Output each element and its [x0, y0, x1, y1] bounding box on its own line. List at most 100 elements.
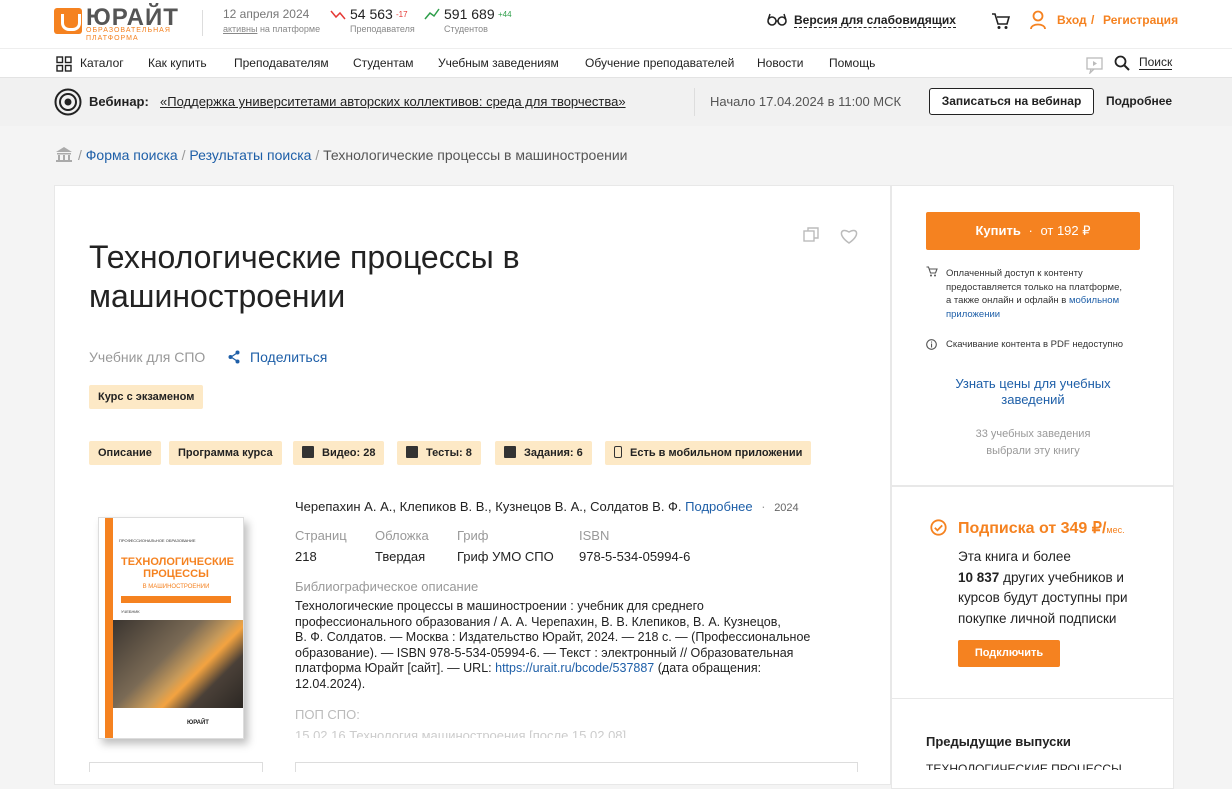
pages-label: Страниц — [295, 528, 347, 543]
urait-logo-icon[interactable] — [54, 8, 82, 34]
nav-how-to-buy[interactable]: Как купить — [148, 56, 207, 70]
nav-news[interactable]: Новости — [757, 56, 803, 70]
breadcrumb-current: Технологические процессы в машиностроени… — [323, 147, 628, 163]
breadcrumb-search-form[interactable]: Форма поиска — [86, 147, 178, 163]
cover-title: ТЕХНОЛОГИЧЕСКИЕ ПРОЦЕССЫ — [121, 556, 235, 580]
buy-button[interactable]: Купить · от 192 ₽ — [926, 212, 1140, 250]
tab-tasks[interactable]: Задания: 6 — [495, 441, 592, 465]
divider — [694, 88, 695, 116]
tab-tests-label: Тесты: 8 — [426, 447, 472, 459]
webinar-icon — [54, 88, 82, 116]
nav-teachers[interactable]: Преподавателям — [234, 56, 329, 70]
previous-edition-item[interactable]: ТЕХНОЛОГИЧЕСКИЕ ПРОЦЕССЫ — [926, 762, 1140, 770]
authors-more-link[interactable]: Подробнее — [685, 499, 752, 514]
nav-teacher-training[interactable]: Обучение преподавателей — [585, 56, 734, 70]
cover-publisher: ЮРАЙТ — [187, 720, 209, 726]
bib-line: Технологические процессы в машиностроени… — [295, 599, 704, 613]
teachers-count: 54 563 — [350, 6, 393, 22]
search-link[interactable]: Поиск — [1139, 55, 1173, 70]
students-delta: +44 — [498, 10, 512, 19]
register-link[interactable]: Регистрация — [1103, 13, 1178, 27]
tab-mobile-app[interactable]: Есть в мобильном приложении — [605, 441, 812, 465]
logo-subtitle: ОБРАЗОВАТЕЛЬНАЯ ПЛАТФОРМА — [86, 27, 171, 42]
copy-icon[interactable] — [803, 227, 819, 243]
webinar-title-link[interactable]: «Поддержка университетами авторских колл… — [160, 94, 626, 109]
access-note: Оплаченный доступ к контенту предоставля… — [946, 267, 1146, 322]
pop-value[interactable]: 15.02.16 Технология машиностроения [посл… — [295, 729, 855, 738]
grif-value: Гриф УМО СПО — [457, 549, 554, 564]
favorite-heart-icon[interactable] — [839, 227, 859, 245]
cart-icon[interactable] — [991, 12, 1011, 30]
bib-label: Библиографическое описание — [295, 579, 479, 594]
divider — [202, 10, 203, 36]
login-link[interactable]: Вход — [1057, 13, 1087, 27]
current-date: 12 апреля 2024 — [223, 7, 310, 21]
teachers-label: Преподавателя — [350, 24, 415, 34]
bib-description: Технологические процессы в машиностроени… — [295, 599, 855, 692]
share-icon[interactable] — [228, 350, 240, 364]
bib-line: профессионального образования / А. А. Че… — [295, 614, 781, 629]
nav-help[interactable]: Помощь — [829, 56, 875, 70]
webinar-signup-button[interactable]: Записаться на вебинар — [929, 88, 1094, 115]
book-title-line-2: машиностроении — [89, 278, 346, 314]
mobile-app-link[interactable]: мобильном — [1069, 295, 1119, 306]
institution-prices-link[interactable]: Узнать цены для учебных заведений — [926, 376, 1140, 408]
tab-video[interactable]: Видео: 28 — [293, 441, 385, 465]
active-users-text: на платформе — [259, 24, 321, 34]
tab-description[interactable]: Описание — [89, 441, 161, 465]
active-users-link[interactable]: активны — [223, 24, 257, 34]
book-type: Учебник для СПО — [89, 349, 206, 365]
tab-mobile-label: Есть в мобильном приложении — [630, 447, 803, 459]
exam-badge: Курс с экзаменом — [89, 385, 204, 409]
user-icon[interactable] — [1030, 10, 1046, 30]
webinar-more-link[interactable]: Подробнее — [1106, 94, 1172, 108]
buy-label: Купить — [975, 223, 1021, 238]
breadcrumb-search-results[interactable]: Результаты поиска — [189, 147, 311, 163]
cover-spine — [105, 518, 113, 738]
mobile-app-link-2[interactable]: приложении — [946, 308, 1146, 322]
book-year: 2024 — [774, 502, 799, 514]
bottom-box-right — [295, 762, 858, 772]
tab-tests[interactable]: Тесты: 8 — [397, 441, 481, 465]
access-note-line: Оплаченный доступ к контенту — [946, 268, 1083, 279]
trend-up-icon — [424, 8, 440, 20]
top-header: ЮРАЙТ ОБРАЗОВАТЕЛЬНАЯ ПЛАТФОРМА 12 апрел… — [0, 0, 1232, 48]
institutions-chosen: 33 учебных заведения выбрали эту книгу — [926, 426, 1140, 460]
access-note-line: а также онлайн и офлайн в — [946, 295, 1067, 307]
glasses-icon[interactable] — [767, 12, 787, 26]
cover-value: Твердая — [375, 549, 426, 564]
buy-dot: · — [1028, 223, 1033, 238]
subscribe-button[interactable]: Подключить — [958, 640, 1060, 667]
search-icon[interactable] — [1114, 55, 1130, 71]
accessibility-link[interactable]: Версия для слабовидящих — [794, 13, 956, 28]
home-icon[interactable] — [55, 146, 73, 162]
previous-editions-title: Предыдущие выпуски — [926, 734, 1071, 749]
video-chat-icon[interactable] — [1086, 56, 1104, 74]
nav-institutions[interactable]: Учебным заведениям — [438, 56, 559, 70]
bib-last-line: 12.04.2024). — [295, 676, 366, 691]
subscription-line: покупке личной подписки — [958, 610, 1117, 626]
catalog-grid-icon[interactable] — [56, 56, 72, 72]
institution-prices-line-2: заведений — [1001, 392, 1065, 407]
bib-url-link[interactable]: https://urait.ru/bcode/537887 — [495, 661, 654, 675]
book-cover-image[interactable]: ПРОФЕССИОНАЛЬНОЕ ОБРАЗОВАНИЕ ТЕХНОЛОГИЧЕ… — [98, 517, 244, 739]
subscription-price: Подписка от 349 ₽/ — [958, 520, 1107, 537]
nav-catalog[interactable]: Каталог — [80, 56, 124, 70]
share-link[interactable]: Поделиться — [250, 349, 327, 365]
cover-kind: УЧЕБНИК — [121, 609, 140, 614]
mobile-icon — [614, 446, 622, 458]
breadcrumb: / Форма поиска / Результаты поиска / Тех… — [78, 147, 628, 163]
tab-course-program[interactable]: Программа курса — [169, 441, 282, 465]
access-note-line: предоставляется только на платформе, — [946, 281, 1122, 293]
webinar-start: Начало 17.04.2024 в 11:00 МСК — [710, 94, 902, 109]
bib-line: В. Ф. Солдатов. — Москва : Издательство … — [295, 630, 811, 644]
cover-subtitle: В МАШИНОСТРОЕНИИ — [142, 584, 210, 590]
nav-students[interactable]: Студентам — [353, 56, 414, 70]
grif-label: Гриф — [457, 528, 489, 543]
students-count: 591 689 — [444, 6, 495, 22]
bottom-box-left — [89, 762, 263, 772]
cart-small-icon — [926, 266, 938, 277]
isbn-label: ISBN — [579, 528, 610, 543]
subscription-count: 10 837 — [958, 569, 1000, 585]
pages-value: 218 — [295, 549, 317, 564]
